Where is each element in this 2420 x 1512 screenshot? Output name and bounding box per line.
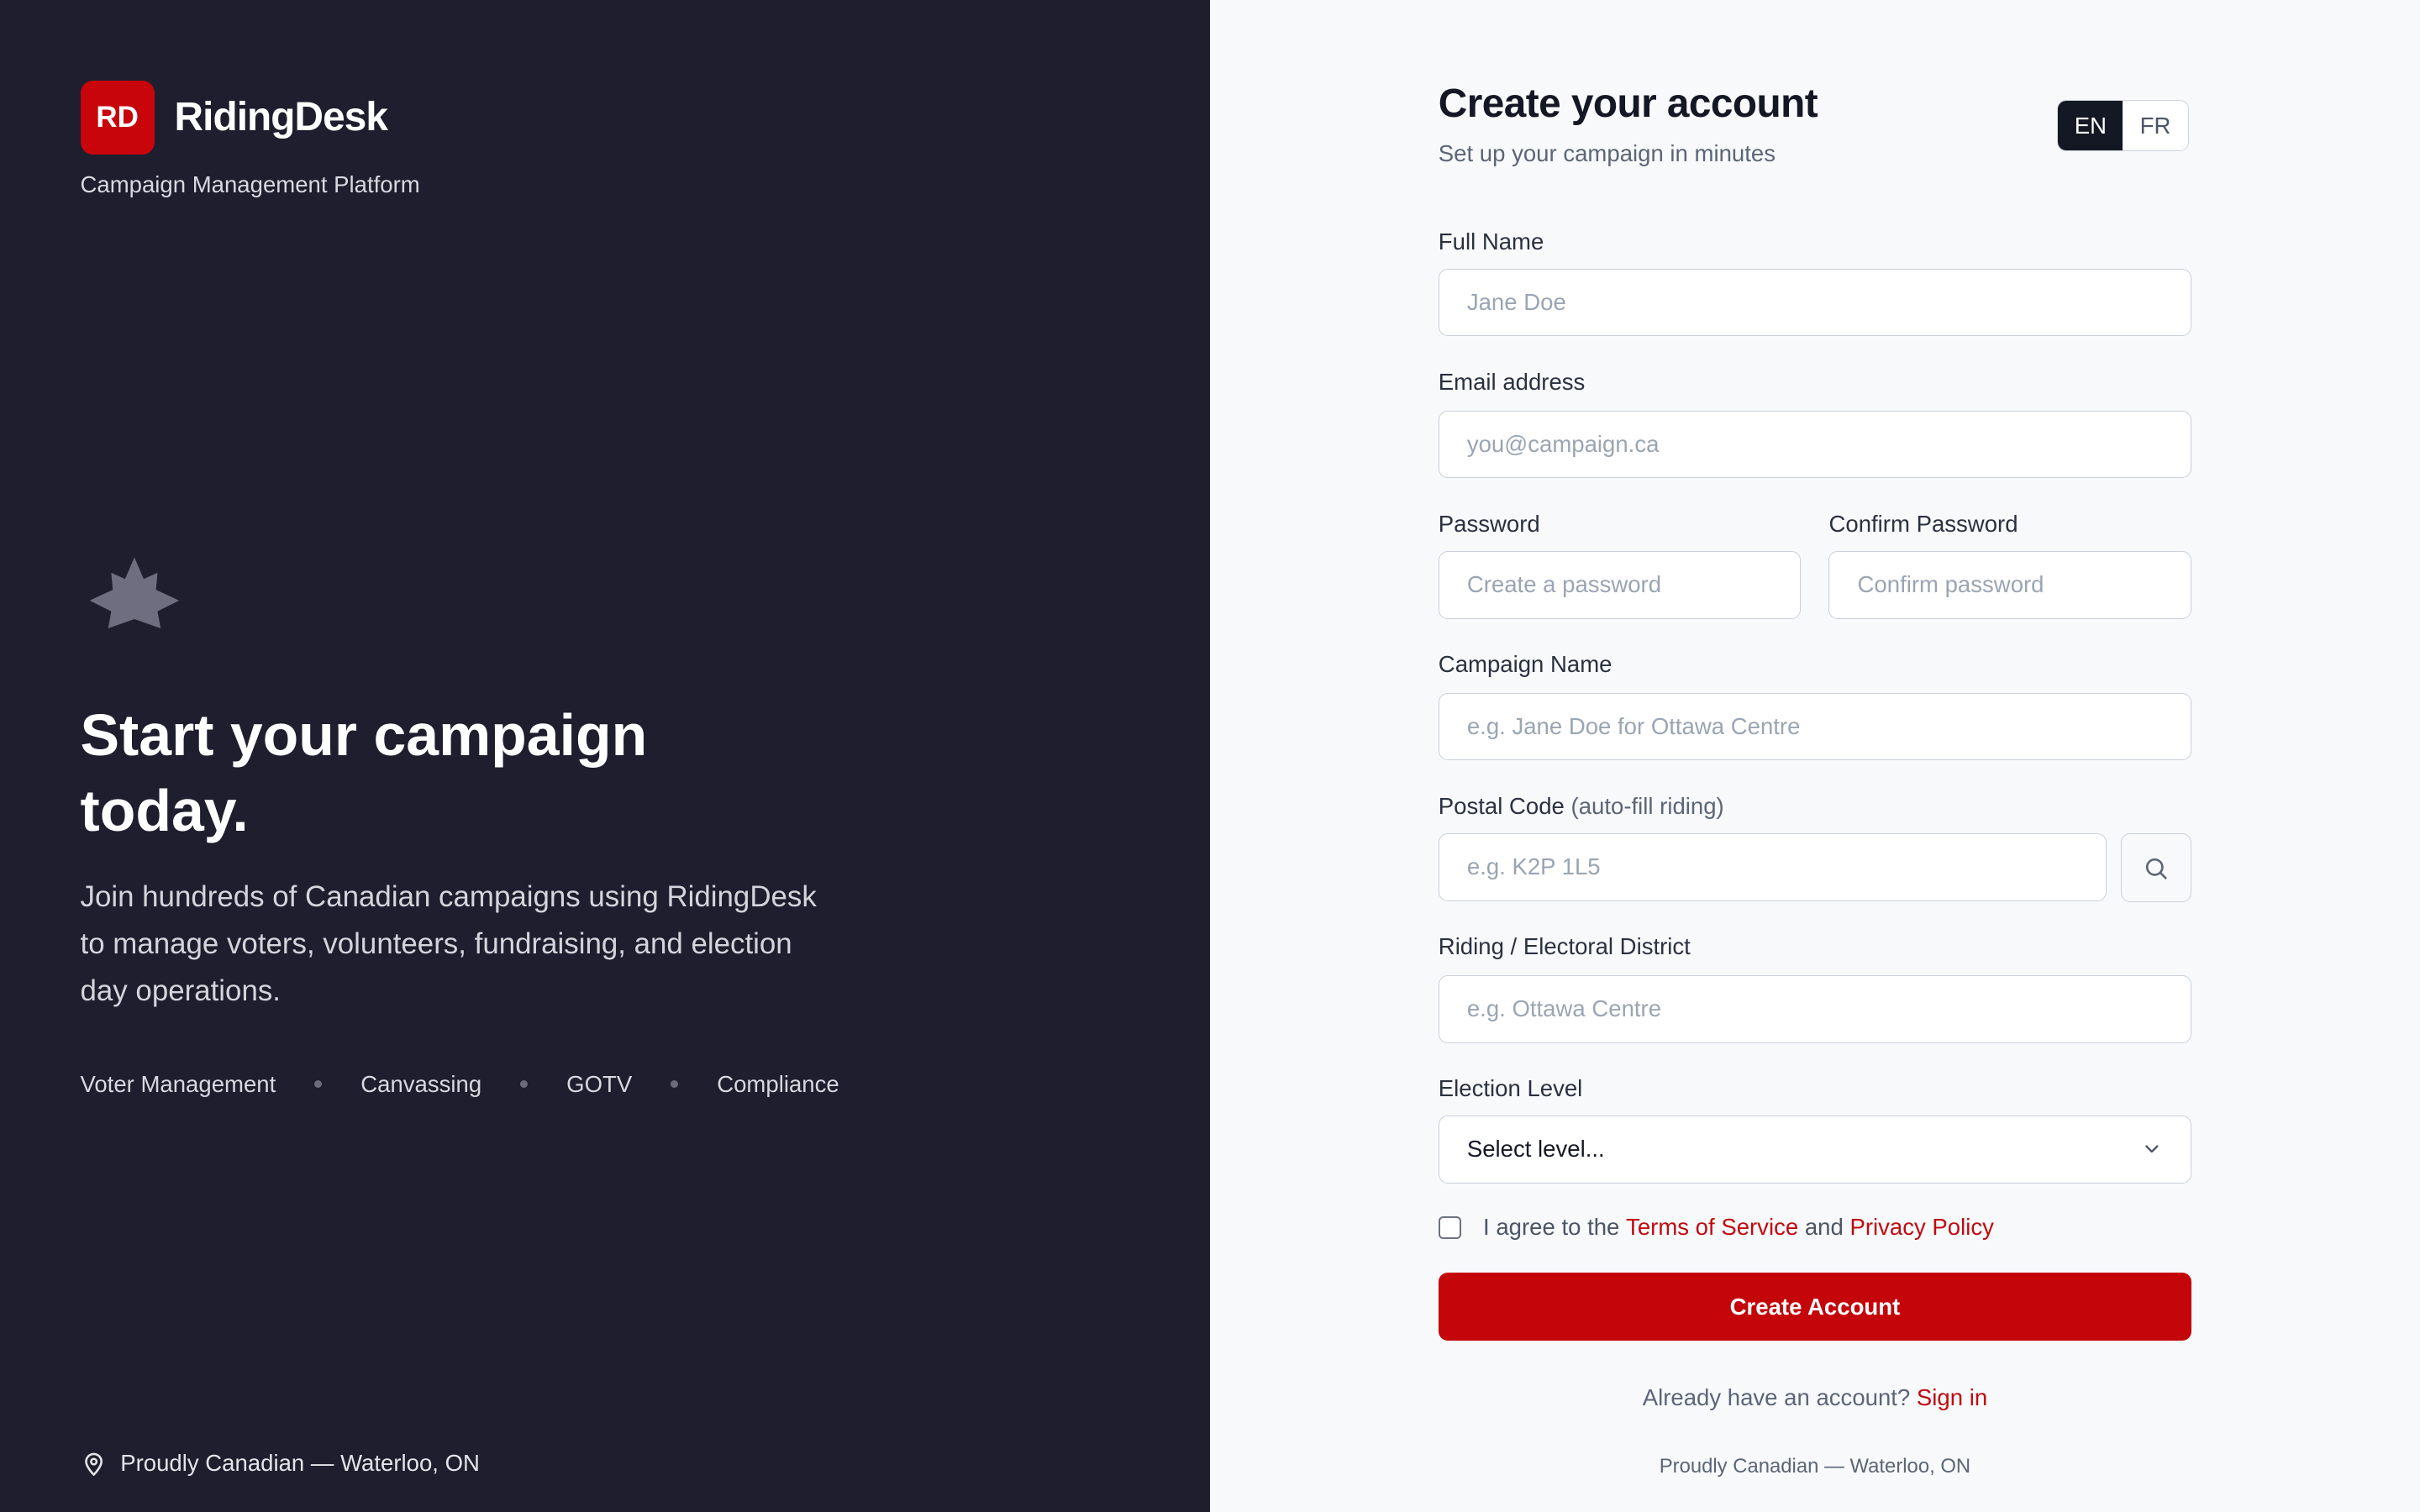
password-label: Password bbox=[1438, 510, 1540, 537]
full-name-label: Full Name bbox=[1438, 228, 1544, 255]
create-account-button[interactable]: Create Account bbox=[1438, 1273, 2192, 1341]
terms-link[interactable]: Terms of Service bbox=[1626, 1214, 1798, 1241]
full-name-field[interactable]: Jane Doe bbox=[1438, 268, 2192, 337]
separator-dot bbox=[314, 1080, 323, 1089]
feature-item: GOTV bbox=[566, 1070, 633, 1097]
feature-item: Compliance bbox=[717, 1070, 839, 1097]
agree-conjunction: and bbox=[1804, 1214, 1844, 1241]
page: RD RidingDesk Campaign Management Platfo… bbox=[0, 0, 2420, 1512]
password-field[interactable]: Create a password bbox=[1438, 550, 1802, 619]
election-level-label: Election Level bbox=[1438, 1075, 1583, 1102]
postal-code-hint: (auto-fill riding) bbox=[1570, 793, 1724, 820]
brand-name: RidingDesk bbox=[174, 95, 388, 140]
signin-row: Already have an account? Sign in bbox=[1439, 1384, 2191, 1411]
postal-code-field[interactable]: e.g. K2P 1L5 bbox=[1438, 832, 2107, 901]
feature-item: Canvassing bbox=[360, 1070, 482, 1097]
page-subtitle: Set up your campaign in minutes bbox=[1438, 140, 1776, 167]
campaign-name-label: Campaign Name bbox=[1438, 651, 1612, 678]
chevron-down-icon bbox=[2145, 1145, 2159, 1153]
hero-description: Join hundreds of Canadian campaigns usin… bbox=[80, 879, 817, 1007]
riding-field[interactable]: e.g. Ottawa Centre bbox=[1438, 974, 2192, 1043]
brand-header: RD RidingDesk bbox=[80, 80, 388, 155]
campaign-name-field[interactable]: e.g. Jane Doe for Ottawa Centre bbox=[1438, 692, 2192, 761]
logo: RD bbox=[80, 80, 155, 155]
footer-text: Proudly Canadian — Waterloo, ON bbox=[120, 1450, 480, 1477]
postal-lookup-button[interactable] bbox=[2120, 832, 2192, 903]
election-level-value: Select level... bbox=[1466, 1136, 1605, 1163]
feature-list: Voter Management Canvassing GOTV Complia… bbox=[81, 1071, 839, 1098]
brand-panel: RD RidingDesk Campaign Management Platfo… bbox=[0, 0, 1210, 1512]
signup-panel: Create your account Set up your campaign… bbox=[1209, 0, 2420, 1512]
language-toggle: EN FR bbox=[2057, 100, 2189, 152]
page-title: Create your account bbox=[1438, 81, 1818, 126]
privacy-link[interactable]: Privacy Policy bbox=[1849, 1214, 1993, 1241]
confirm-password-label: Confirm Password bbox=[1828, 510, 2018, 537]
riding-label: Riding / Electoral District bbox=[1438, 933, 1691, 960]
signin-link[interactable]: Sign in bbox=[1917, 1384, 1987, 1410]
terms-agreement: I agree to the Terms of Service and Priv… bbox=[1438, 1214, 1994, 1241]
email-field[interactable]: you@campaign.ca bbox=[1438, 410, 2192, 479]
election-level-select[interactable]: Select level... bbox=[1438, 1115, 2192, 1184]
confirm-password-field[interactable]: Confirm password bbox=[1828, 550, 2192, 619]
location-pin-icon bbox=[84, 1452, 103, 1476]
postal-code-label: Postal Code (auto-fill riding) bbox=[1439, 793, 1724, 820]
separator-dot bbox=[520, 1080, 529, 1089]
separator-dot bbox=[671, 1080, 679, 1089]
agree-prefix: I agree to the bbox=[1483, 1214, 1620, 1241]
signin-prompt: Already have an account? bbox=[1642, 1383, 1911, 1410]
maple-leaf-icon bbox=[89, 557, 180, 628]
hero-title: Start your campaign today. bbox=[80, 702, 648, 844]
feature-item: Voter Management bbox=[80, 1070, 276, 1097]
lang-fr-button[interactable]: FR bbox=[2123, 101, 2187, 150]
terms-checkbox[interactable] bbox=[1438, 1215, 1462, 1240]
postal-code-label-text: Postal Code bbox=[1438, 793, 1565, 820]
left-footer: Proudly Canadian — Waterloo, ON bbox=[81, 1450, 480, 1477]
brand-tagline: Campaign Management Platform bbox=[80, 171, 420, 197]
lang-en-button[interactable]: EN bbox=[2058, 101, 2123, 151]
right-footer: Proudly Canadian — Waterloo, ON bbox=[1659, 1455, 1971, 1478]
search-icon bbox=[2146, 858, 2167, 879]
email-label: Email address bbox=[1438, 368, 1586, 395]
